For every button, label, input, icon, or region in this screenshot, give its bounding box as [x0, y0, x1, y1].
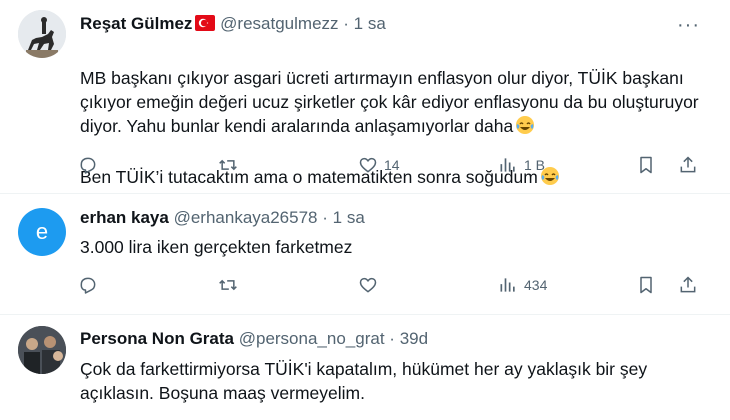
tweet-text-line: MB başkanı çıkıyor asgari ücreti artırma… — [80, 68, 699, 136]
reply-icon — [80, 277, 96, 294]
tweet-actions: 434 — [78, 273, 708, 297]
crowd-photo-icon — [18, 326, 66, 374]
separator-dot: · — [389, 329, 395, 348]
bookmark-icon — [640, 156, 652, 174]
avatar[interactable]: e — [18, 208, 66, 256]
separator-dot: · — [343, 14, 349, 33]
views-count: 434 — [524, 277, 548, 293]
views-button[interactable]: 1 B — [498, 153, 545, 177]
display-name[interactable]: Reşat Gülmez — [80, 14, 192, 33]
avatar[interactable] — [18, 326, 66, 374]
heart-icon — [359, 157, 377, 173]
display-name[interactable]: erhan kaya — [80, 208, 169, 227]
views-chart-icon — [500, 158, 515, 172]
display-name[interactable]: Persona Non Grata — [80, 329, 234, 348]
reply-button[interactable] — [78, 273, 98, 297]
handle[interactable]: @persona_no_grat — [239, 329, 385, 348]
like-count: 14 — [384, 157, 400, 173]
avatar-letter: e — [35, 219, 49, 244]
timestamp[interactable]: 1 sa — [354, 14, 386, 33]
timestamp[interactable]: 1 sa — [333, 208, 365, 227]
turkey-flag-icon — [195, 15, 216, 36]
handle[interactable]: @erhankaya26578 — [174, 208, 318, 227]
like-button[interactable] — [358, 273, 378, 297]
views-button[interactable]: 434 — [498, 273, 547, 297]
separator-dot: · — [322, 208, 328, 227]
timestamp[interactable]: 39d — [400, 329, 428, 348]
retweet-icon — [219, 279, 237, 291]
tweet-3[interactable]: Persona Non Grata @persona_no_grat · 39d… — [0, 315, 730, 420]
laughing-tears-emoji-icon — [515, 115, 535, 141]
tweet-actions: 14 1 B — [78, 153, 708, 177]
more-options-icon[interactable]: ··· — [677, 15, 700, 35]
share-icon — [680, 276, 696, 293]
reply-icon — [80, 157, 96, 174]
tweet-header: erhan kaya @erhankaya26578 · 1 sa — [80, 208, 365, 228]
reply-button[interactable] — [78, 153, 98, 177]
horse-statue-icon — [18, 10, 66, 58]
bookmark-icon — [640, 276, 652, 294]
bookmark-button[interactable] — [636, 153, 656, 177]
bookmark-button[interactable] — [636, 273, 656, 297]
tweet-text: Çok da farkettirmiyorsa TÜİK'i kapatalım… — [80, 359, 648, 403]
tweet-text: 3.000 lira iken gerçekten farketmez — [80, 237, 353, 257]
retweet-button[interactable] — [218, 273, 238, 297]
tweet-1[interactable]: Reşat Gülmez @resatgulmezz · 1 sa ··· MB… — [0, 0, 730, 198]
tweet-header: Reşat Gülmez @resatgulmezz · 1 sa — [80, 14, 386, 36]
views-count: 1 B — [524, 157, 546, 173]
share-icon — [680, 156, 696, 173]
tweet-header: Persona Non Grata @persona_no_grat · 39d — [80, 329, 428, 349]
retweet-button[interactable] — [218, 153, 238, 177]
tweet-2[interactable]: e erhan kaya @erhankaya26578 · 1 sa 3.00… — [0, 194, 730, 314]
handle[interactable]: @resatgulmezz — [220, 14, 338, 33]
heart-icon — [359, 277, 377, 293]
avatar[interactable] — [18, 10, 66, 58]
share-button[interactable] — [678, 153, 698, 177]
share-button[interactable] — [678, 273, 698, 297]
retweet-icon — [219, 159, 237, 171]
like-button[interactable]: 14 — [358, 153, 400, 177]
views-chart-icon — [500, 278, 515, 292]
